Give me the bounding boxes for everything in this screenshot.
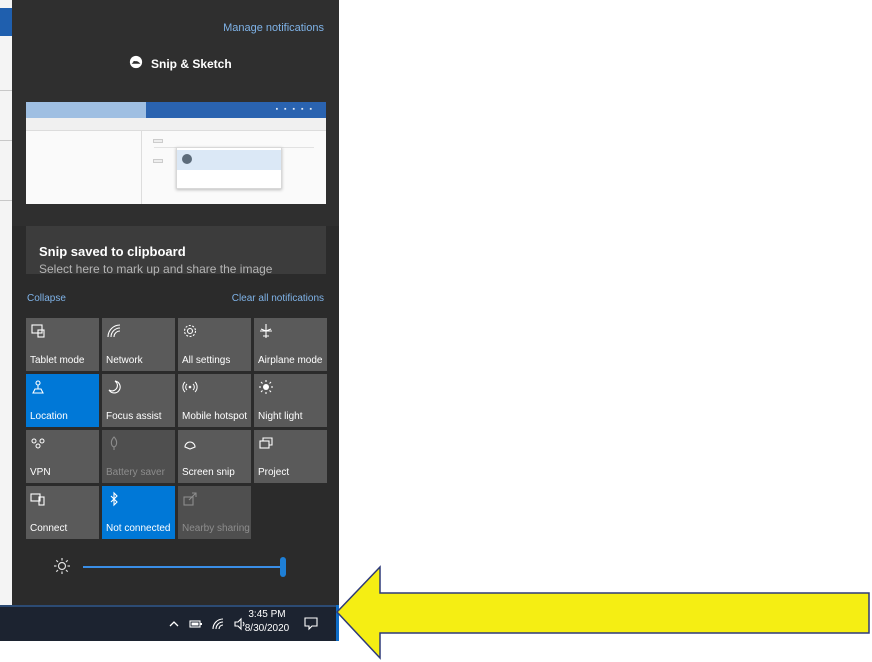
- quick-action-mobile-hotspot[interactable]: Mobile hotspot: [178, 374, 251, 427]
- quick-action-all-settings[interactable]: All settings: [178, 318, 251, 371]
- quick-action-battery-saver: Battery saver: [102, 430, 175, 483]
- clock[interactable]: 3:45 PM 8/30/2020: [242, 608, 292, 636]
- quick-action-focus-assist[interactable]: Focus assist: [102, 374, 175, 427]
- battery-icon[interactable]: [189, 617, 203, 636]
- clear-all-notifications-link[interactable]: Clear all notifications: [232, 293, 324, 304]
- snip-sketch-icon: [129, 55, 143, 72]
- quick-action-label: Night light: [258, 411, 303, 422]
- action-center-panel: Manage notifications Snip & Sketch ▪▪▪▪▪…: [12, 0, 339, 605]
- system-tray: [167, 617, 247, 636]
- sun-icon: [258, 379, 274, 395]
- vpn-icon: [30, 435, 46, 451]
- quick-action-airplane-mode[interactable]: Airplane mode: [254, 318, 327, 371]
- hotspot-icon: [182, 379, 198, 395]
- toast-subtitle: Select here to mark up and share the ima…: [39, 262, 273, 276]
- divider: [0, 200, 12, 201]
- divider: [0, 140, 12, 141]
- quick-action-tablet-mode[interactable]: Tablet mode: [26, 318, 99, 371]
- preview-avatar: [182, 154, 192, 164]
- project-icon: [258, 435, 274, 451]
- quick-action-label: Tablet mode: [30, 355, 85, 366]
- location-icon: [30, 379, 46, 395]
- brightness-icon: [53, 557, 71, 575]
- nearby-sharing-icon: [182, 491, 198, 507]
- quick-action-label: Network: [106, 355, 143, 366]
- preview-titlebar-highlight: [26, 102, 146, 118]
- action-center-button[interactable]: [300, 613, 322, 633]
- moon-icon: [106, 379, 122, 395]
- notification-icon: [304, 617, 318, 631]
- tablet-mode-icon: [30, 323, 46, 339]
- quick-action-label: Mobile hotspot: [182, 411, 248, 422]
- battery-saver-icon: [106, 435, 122, 451]
- annotation-arrow: [335, 565, 870, 660]
- quick-action-label: Battery saver: [106, 467, 165, 478]
- quick-action-label: Connect: [30, 523, 68, 534]
- brightness-track[interactable]: [83, 566, 283, 568]
- snip-toast[interactable]: Snip saved to clipboard Select here to m…: [26, 226, 326, 276]
- background-app-titlebar: [0, 8, 12, 36]
- quick-action-label: VPN: [30, 467, 51, 478]
- quick-action-label: Nearby sharing: [182, 523, 250, 534]
- taskbar: 3:45 PM 8/30/2020: [0, 605, 339, 641]
- wifi-icon[interactable]: [211, 617, 225, 636]
- taskbar-edge: [0, 605, 339, 607]
- preview-contact-suggestion: [176, 147, 282, 189]
- preview-suggestion-highlight: [177, 150, 281, 170]
- quick-action-label: Focus assist: [106, 411, 162, 422]
- preview-window-controls: ▪▪▪▪▪: [275, 106, 318, 113]
- toast-title: Snip saved to clipboard: [39, 244, 186, 259]
- quick-action-night-light[interactable]: Night light: [254, 374, 327, 427]
- quick-action-screen-snip[interactable]: Screen snip: [178, 430, 251, 483]
- quick-action-label: Screen snip: [182, 467, 235, 478]
- connect-icon: [30, 491, 46, 507]
- quick-action-label: Not connected: [106, 523, 171, 534]
- manage-notifications-link[interactable]: Manage notifications: [223, 22, 324, 34]
- preview-message-list: [26, 130, 142, 204]
- notification-app-header: Snip & Sketch: [129, 55, 232, 72]
- quick-action-label: Airplane mode: [258, 355, 323, 366]
- clock-time: 3:45 PM: [248, 609, 286, 620]
- collapse-link[interactable]: Collapse: [27, 293, 66, 304]
- quick-action-label: Project: [258, 467, 290, 478]
- preview-to-button: [153, 139, 163, 143]
- quick-action-not-connected[interactable]: Not connected: [102, 486, 175, 539]
- quick-action-nearby-sharing: Nearby sharing: [178, 486, 251, 539]
- divider: [0, 90, 12, 91]
- gear-icon: [182, 323, 198, 339]
- background-app-window: [0, 0, 12, 605]
- quick-action-project[interactable]: Project: [254, 430, 327, 483]
- app-name: Snip & Sketch: [151, 56, 232, 71]
- network-icon: [106, 323, 122, 339]
- snip-preview-image[interactable]: ▪▪▪▪▪: [26, 102, 326, 204]
- quick-action-label: Location: [30, 411, 68, 422]
- quick-action-label: All settings: [182, 355, 231, 366]
- brightness-handle[interactable]: [280, 557, 286, 577]
- quick-action-network[interactable]: Network: [102, 318, 175, 371]
- screen-snip-icon: [182, 435, 198, 451]
- bluetooth-icon: [106, 491, 122, 507]
- brightness-slider[interactable]: [47, 555, 317, 579]
- quick-action-connect[interactable]: Connect: [26, 486, 99, 539]
- quick-action-location[interactable]: Location: [26, 374, 99, 427]
- chevron-up-icon[interactable]: [167, 617, 181, 636]
- airplane-icon: [258, 323, 274, 339]
- quick-action-vpn[interactable]: VPN: [26, 430, 99, 483]
- clock-date: 8/30/2020: [244, 623, 290, 634]
- preview-cc-button: [153, 159, 163, 163]
